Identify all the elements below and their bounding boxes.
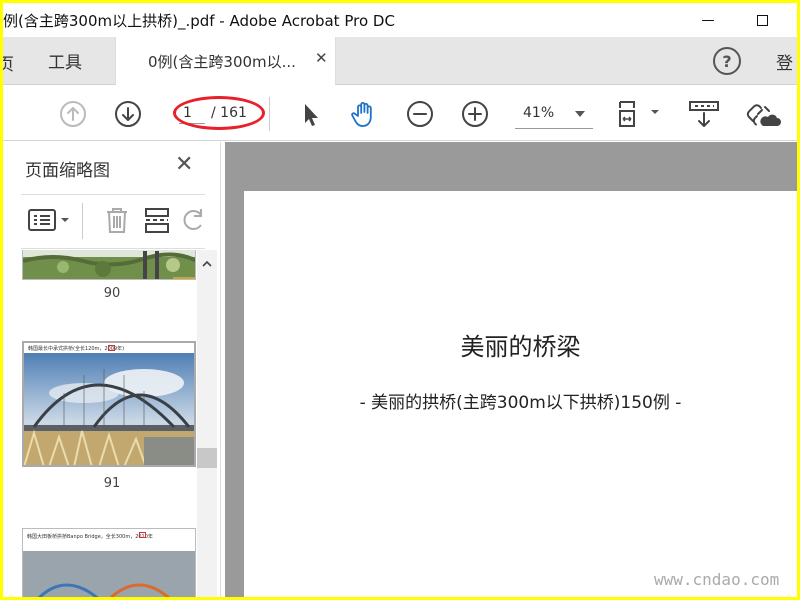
toolbar: / 161 41% — [3, 85, 797, 141]
select-tool-icon[interactable] — [295, 99, 325, 129]
minimize-icon — [702, 19, 714, 21]
help-button[interactable]: ? — [713, 47, 741, 75]
zoom-value: 41% — [523, 105, 555, 121]
page-subtitle: - 美丽的拱桥(主跨300m以下拱桥)150例 - — [359, 393, 682, 413]
zoom-in-icon[interactable] — [460, 99, 490, 129]
toolbar-divider — [269, 97, 270, 131]
thumbnail-page-90[interactable] — [22, 250, 196, 280]
maximize-icon — [756, 14, 768, 26]
tab-home-label: 页 — [3, 55, 14, 75]
trash-icon[interactable] — [103, 205, 131, 235]
scroll-up-icon[interactable] — [201, 258, 213, 270]
document-view[interactable]: 美丽的桥梁 - 美丽的拱桥(主跨300m以下拱桥)150例 - www.cnda… — [225, 142, 797, 597]
hand-tool-icon[interactable] — [349, 99, 379, 129]
page-thumbnails-panel: 页面缩略图 ✕ 90 韩国最长中承式拱桥(全长120m，2009年) 91 韩国… — [3, 142, 221, 597]
watermark: www.cndao.com — [654, 570, 780, 589]
next-page-icon[interactable] — [113, 99, 143, 129]
thumbnail-options-icon[interactable] — [27, 207, 73, 235]
page-heading: 美丽的桥梁 — [460, 333, 581, 361]
thumbnail-list: 90 韩国最长中承式拱桥(全长120m，2009年) 91 韩国大田板桥拱桥Ba… — [3, 250, 217, 597]
pdf-page: 美丽的桥梁 - 美丽的拱桥(主跨300m以下拱桥)150例 - www.cnda… — [244, 191, 797, 597]
title-bar: 例(含主跨300m以上拱桥)_.pdf - Adobe Acrobat Pro … — [3, 3, 797, 37]
panel-title: 页面缩略图 — [25, 161, 110, 181]
thumbnail-scrollbar[interactable] — [197, 250, 217, 597]
tab-tools[interactable]: 工具 — [25, 37, 105, 84]
tab-home[interactable]: 页 — [3, 37, 14, 85]
chevron-down-icon — [575, 111, 585, 117]
thumbnail-image — [23, 250, 195, 279]
tab-bar: 页 工具 0例(含主跨300m以... ✕ ? 登 — [3, 37, 797, 85]
scroll-thumb[interactable] — [197, 448, 217, 468]
thumbnail-page-91[interactable]: 韩国最长中承式拱桥(全长120m，2009年) — [22, 341, 196, 467]
help-icon: ? — [722, 51, 732, 71]
close-panel-icon[interactable]: ✕ — [175, 152, 193, 177]
thumbnail-image — [23, 551, 195, 597]
app-window: 例(含主跨300m以上拱桥)_.pdf - Adobe Acrobat Pro … — [3, 3, 797, 597]
extract-pages-icon[interactable] — [143, 205, 171, 235]
thumbnail-page-92[interactable]: 韩国大田板桥拱桥Banpo Bridge，全长300m，2010年 — [22, 528, 196, 597]
fit-page-icon[interactable] — [615, 99, 661, 129]
thumbnail-label: 90 — [103, 286, 121, 301]
minimize-button[interactable] — [685, 3, 731, 37]
thumbnail-image — [24, 353, 194, 465]
close-tab-icon[interactable]: ✕ — [315, 49, 328, 67]
thumbnail-caption: 韩国大田板桥拱桥Banpo Bridge，全长300m，2010年 — [27, 534, 153, 540]
tab-document-label: 0例(含主跨300m以... — [148, 53, 296, 71]
panel-toolbar — [21, 195, 205, 247]
stamp-icon — [108, 345, 115, 351]
maximize-button[interactable] — [739, 3, 785, 37]
window-title: 例(含主跨300m以上拱桥)_.pdf - Adobe Acrobat Pro … — [3, 12, 395, 30]
sign-in-button[interactable]: 登 — [776, 49, 793, 74]
share-link-icon[interactable] — [745, 99, 781, 129]
panel-divider — [21, 248, 205, 249]
scroll-mode-icon[interactable] — [689, 99, 719, 129]
thumbnail-label: 91 — [103, 476, 121, 491]
highlight-ellipse — [173, 96, 265, 130]
stamp-icon — [139, 532, 146, 538]
rotate-icon[interactable] — [181, 205, 205, 235]
previous-page-icon[interactable] — [58, 99, 88, 129]
zoom-dropdown[interactable]: 41% — [515, 101, 593, 129]
tab-document[interactable]: 0例(含主跨300m以... ✕ — [115, 37, 336, 85]
panel-toolbar-divider — [82, 203, 83, 239]
zoom-out-icon[interactable] — [405, 99, 435, 129]
